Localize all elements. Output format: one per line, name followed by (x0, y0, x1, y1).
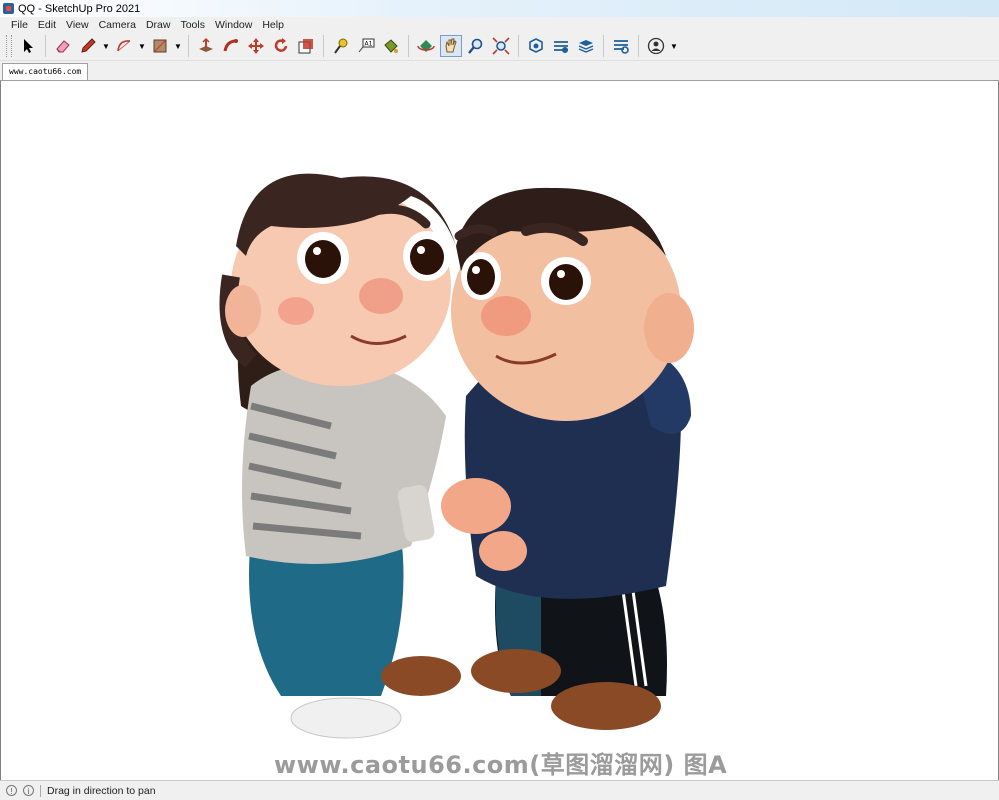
warehouse-cube-icon (529, 38, 543, 53)
scale-icon (298, 39, 313, 54)
arc-icon (117, 40, 131, 52)
main-toolbar: ▼ ▼ ▼ A1 ▼ (0, 32, 999, 61)
menu-tools[interactable]: Tools (175, 19, 210, 31)
title-bar: QQ - SketchUp Pro 2021 (0, 0, 999, 17)
toolbar-grip[interactable] (6, 35, 12, 57)
menu-window[interactable]: Window (210, 19, 257, 31)
menu-view[interactable]: View (61, 19, 94, 31)
paint-bucket-tool-button[interactable] (380, 35, 402, 57)
pan-hand-icon (445, 38, 457, 53)
pencil-tool-button[interactable] (77, 35, 99, 57)
extension-manager-icon (614, 40, 629, 54)
toolbar-separator (188, 35, 189, 57)
extension-warehouse-button[interactable] (550, 35, 572, 57)
user-account-dropdown-arrow[interactable]: ▼ (670, 35, 678, 57)
pencil-dropdown-arrow[interactable]: ▼ (102, 35, 110, 57)
zoom-extents-icon (492, 37, 510, 55)
eraser-icon (56, 40, 70, 53)
watermark-text: www.caotu66.com(草图溜溜网) 图A (274, 751, 728, 779)
arc-dropdown-arrow[interactable]: ▼ (138, 35, 146, 57)
pan-tool-button[interactable] (440, 35, 462, 57)
pencil-icon (81, 38, 96, 53)
select-arrow-icon (24, 39, 33, 53)
rectangle-dropdown-arrow[interactable]: ▼ (174, 35, 182, 57)
rectangle-tool-button[interactable] (149, 35, 171, 57)
scene-tab[interactable]: www.caotu66.com (2, 63, 89, 80)
zoom-extents-tool-button[interactable] (490, 35, 512, 57)
zoom-tool-button[interactable] (465, 35, 487, 57)
orbit-icon (417, 40, 435, 52)
user-account-button[interactable] (645, 35, 667, 57)
model-couple-figures (219, 173, 694, 739)
svg-text:A1: A1 (365, 41, 373, 48)
menu-camera[interactable]: Camera (94, 19, 141, 31)
push-pull-tool-button[interactable] (195, 35, 217, 57)
zoom-magnifier-icon (468, 38, 483, 54)
toolbar-separator (45, 35, 46, 57)
rotate-icon (274, 38, 288, 52)
follow-me-tool-button[interactable] (220, 35, 242, 57)
tape-measure-tool-button[interactable] (330, 35, 352, 57)
toolbar-separator (638, 35, 639, 57)
info-icon[interactable]: i (23, 785, 34, 796)
eraser-tool-button[interactable] (52, 35, 74, 57)
extension-manager-button[interactable] (610, 35, 632, 57)
menu-bar: File Edit View Camera Draw Tools Window … (0, 17, 999, 32)
move-tool-button[interactable] (245, 35, 267, 57)
status-message: Drag in direction to pan (47, 784, 156, 797)
toolbar-separator (408, 35, 409, 57)
status-bar: ! i Drag in direction to pan (0, 780, 999, 800)
scale-tool-button[interactable] (295, 35, 317, 57)
tape-measure-icon (334, 38, 348, 54)
sketchup-app-icon (3, 3, 14, 14)
toolbar-separator (518, 35, 519, 57)
orbit-tool-button[interactable] (415, 35, 437, 57)
select-tool-button[interactable] (17, 35, 39, 57)
arc-tool-button[interactable] (113, 35, 135, 57)
push-pull-icon (199, 37, 213, 52)
layout-send-button[interactable] (575, 35, 597, 57)
follow-me-icon (223, 39, 238, 52)
toolbar-separator (323, 35, 324, 57)
text-label-icon: A1 (358, 38, 375, 53)
geolocation-icon[interactable]: ! (6, 785, 17, 796)
rotate-tool-button[interactable] (270, 35, 292, 57)
toolbar-separator (603, 35, 604, 57)
status-divider (40, 784, 41, 797)
user-avatar-icon (647, 37, 665, 55)
move-icon (248, 38, 264, 54)
paint-bucket-icon (384, 39, 398, 53)
3d-warehouse-button[interactable] (525, 35, 547, 57)
drawing-viewport[interactable]: www.caotu66.com(草图溜溜网) 图A (0, 81, 999, 780)
layout-stack-icon (578, 40, 594, 53)
menu-draw[interactable]: Draw (141, 19, 176, 31)
rectangle-icon (153, 39, 167, 53)
scene-tab-strip: www.caotu66.com (0, 61, 999, 81)
text-tool-button[interactable]: A1 (355, 35, 377, 57)
menu-file[interactable]: File (6, 19, 33, 31)
window-title: QQ - SketchUp Pro 2021 (18, 2, 141, 15)
menu-edit[interactable]: Edit (33, 19, 61, 31)
menu-help[interactable]: Help (257, 19, 289, 31)
extension-warehouse-icon (554, 41, 568, 53)
